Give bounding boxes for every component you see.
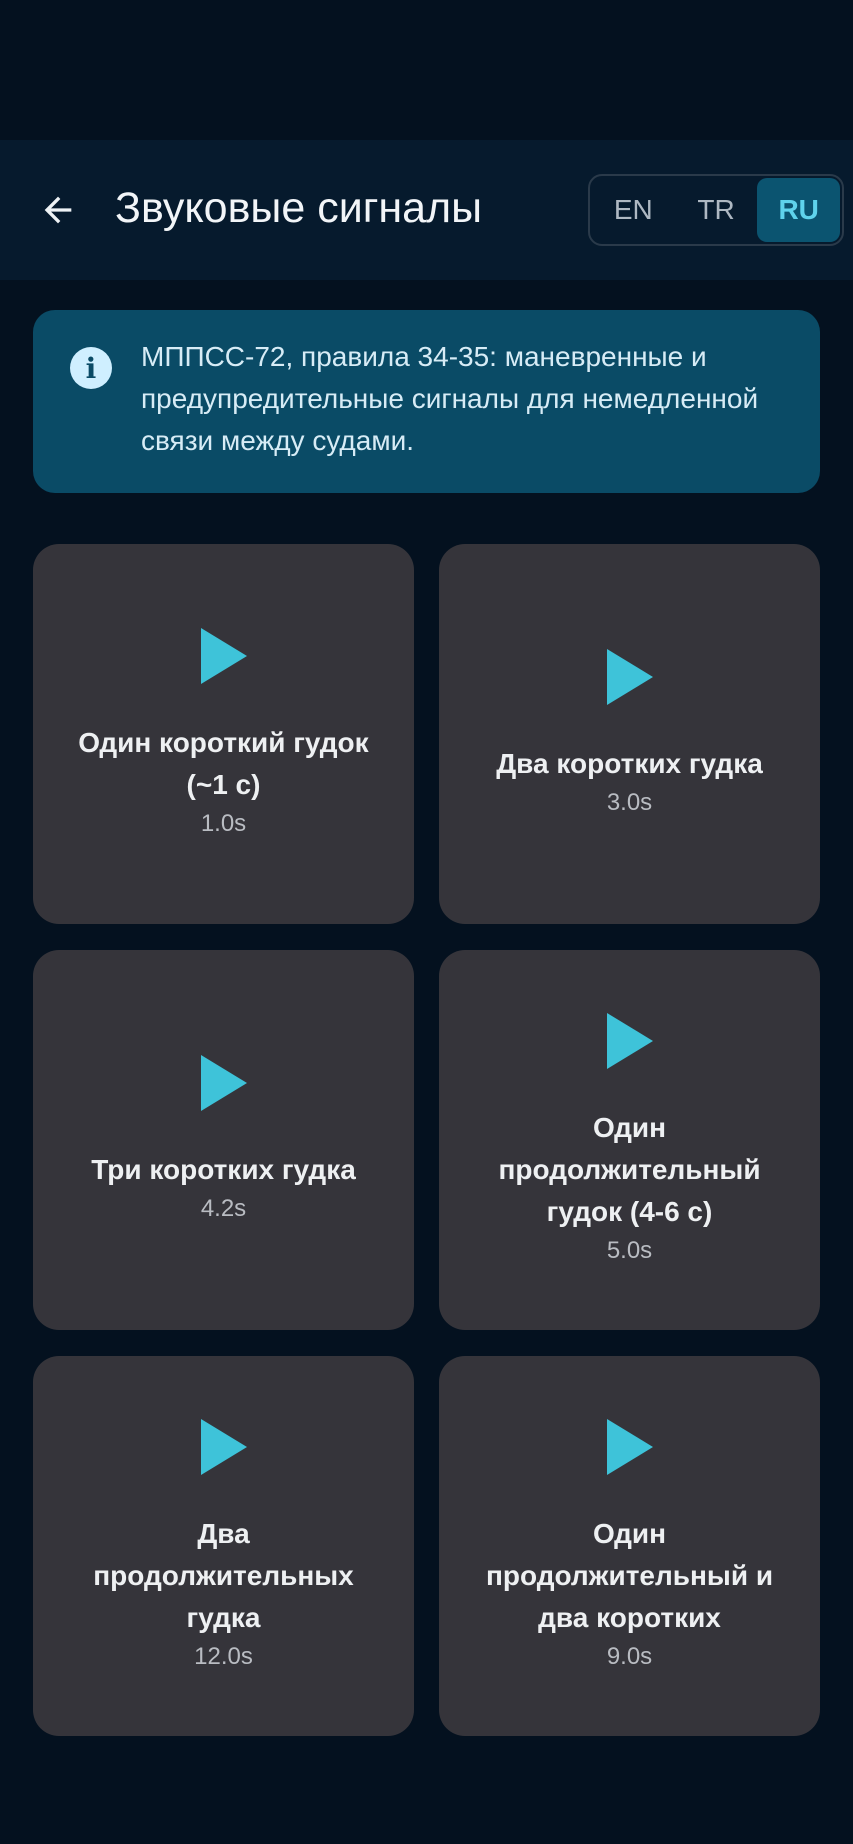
signal-duration: 3.0s [606, 789, 653, 816]
signal-title: Один продолжительный гудок (4-6 с) [498, 1112, 761, 1227]
signal-card-two-short[interactable]: Два коротких гудка 3.0s [439, 544, 820, 924]
play-icon [200, 628, 247, 684]
page-title: Звуковые сигналы [115, 184, 483, 232]
signal-title: Три коротких гудка [91, 1154, 356, 1185]
lang-tr-button[interactable]: TR [675, 178, 758, 242]
info-card: i МППСС-72, правила 34-35: маневренные и… [33, 310, 820, 493]
signal-card-three-short[interactable]: Три коротких гудка 4.2s [33, 950, 414, 1330]
signal-card-two-prolonged[interactable]: Два продолжительных гудка 12.0s [33, 1356, 414, 1736]
info-text: МППСС-72, правила 34-35: маневренные и п… [141, 341, 759, 456]
play-icon [606, 1013, 653, 1069]
signal-duration: 12.0s [194, 1643, 253, 1670]
signal-duration: 9.0s [606, 1643, 653, 1670]
signal-title: Один продолжительный и два коротких [485, 1518, 774, 1633]
language-toggle: EN TR RU [588, 174, 844, 246]
play-icon [606, 1419, 653, 1475]
lang-en-button[interactable]: EN [592, 178, 675, 242]
back-button[interactable] [28, 180, 88, 240]
signal-duration: 1.0s [200, 810, 247, 837]
signal-title: Два продолжительных гудка [93, 1518, 354, 1633]
lang-ru-button[interactable]: RU [757, 178, 841, 242]
signal-card-one-prolonged[interactable]: Один продолжительный гудок (4-6 с) 5.0s [439, 950, 820, 1330]
signal-grid: Один короткий гудок (~1 с) 1.0s Два коро… [33, 544, 820, 1736]
arrow-left-icon [44, 196, 72, 224]
signal-title: Один короткий гудок (~1 с) [78, 727, 369, 800]
info-icon: i [70, 347, 112, 389]
signal-duration: 5.0s [606, 1237, 653, 1264]
signal-card-one-prolonged-two-short[interactable]: Один продолжительный и два коротких 9.0s [439, 1356, 820, 1736]
play-icon [606, 649, 653, 705]
signal-duration: 4.2s [200, 1195, 247, 1222]
status-bar-area [0, 0, 853, 140]
play-icon [200, 1055, 247, 1111]
app-bar: Звуковые сигналы EN TR RU [0, 140, 853, 280]
signal-card-one-short[interactable]: Один короткий гудок (~1 с) 1.0s [33, 544, 414, 924]
signal-title: Два коротких гудка [496, 748, 763, 779]
play-icon [200, 1419, 247, 1475]
